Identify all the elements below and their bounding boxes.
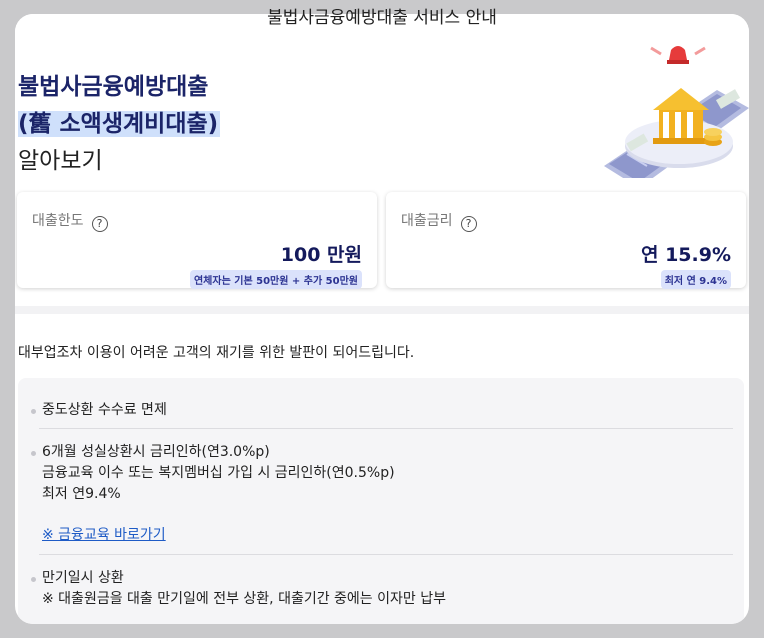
interest-rate-value: 연 15.9% — [640, 244, 731, 266]
bullet-dot — [31, 451, 36, 456]
loan-limit-badge: 연체자는 기본 50만원 + 추가 50만원 — [189, 270, 362, 289]
interest-rate-label-row: 대출금리? — [401, 210, 477, 232]
divider — [39, 554, 733, 555]
hero-section: 불법사금융예방대출 (舊 소액생계비대출) 알아보기 대출한도 ? 100 만원… — [15, 14, 749, 314]
hero-title-line2: (舊 소액생계비대출) — [18, 111, 221, 137]
hero-title-line3: 알아보기 — [18, 148, 103, 174]
hero-title: 불법사금융예방대출 (舊 소액생계비대출) 알아보기 — [18, 69, 221, 180]
hero-title-line1: 불법사금융예방대출 — [18, 74, 209, 100]
financial-education-link[interactable]: ※ 금융교육 바로가기 — [42, 527, 166, 543]
benefit-item-text: 6개월 성실상환시 금리인하(연3.0%p) — [42, 444, 270, 460]
loan-limit-label-row: 대출한도? — [32, 210, 108, 232]
bullet-dot — [31, 577, 36, 582]
benefit-item-note: ※ 대출원금을 대출 만기일에 전부 상환, 대출기간 중에는 이자만 납부 — [42, 591, 446, 607]
modal-title: 불법사금융예방대출 서비스 안내 — [267, 8, 497, 28]
benefit-item-text: 금융교육 이수 또는 복지멤버십 가입 시 금리인하(연0.5%p) — [42, 465, 395, 481]
question-circle-icon[interactable]: ? — [460, 216, 477, 232]
loan-limit-value: 100 만원 — [280, 244, 362, 266]
benefit-item-text: 중도상환 수수료 면제 — [42, 402, 167, 418]
interest-rate-label: 대출금리 — [401, 213, 453, 229]
interest-rate-badge: 최저 연 9.4% — [660, 270, 731, 289]
divider — [39, 428, 733, 429]
section-separator — [15, 306, 749, 314]
benefit-item-text: 최저 연9.4% — [42, 486, 121, 502]
loan-limit-card: 대출한도? 100 만원 연체자는 기본 50만원 + 추가 50만원 — [17, 192, 377, 289]
bullet-dot — [31, 409, 36, 414]
service-info-modal: 불법사금융예방대출 (舊 소액생계비대출) 알아보기 대출한도 ? 100 만원… — [15, 14, 749, 624]
benefit-item-text: 만기일시 상환 — [42, 570, 124, 586]
benefit-item: 만기일시 상환 ※ 대출원금을 대출 만기일에 전부 상환, 대출기간 중에는 … — [31, 568, 736, 610]
benefit-item: 6개월 성실상환시 금리인하(연3.0%p) 금융교육 이수 또는 복지멤버십 … — [31, 442, 736, 546]
bank-building-illustration — [604, 46, 749, 178]
benefits-box: 중도상환 수수료 면제 6개월 성실상환시 금리인하(연3.0%p) 금융교육 … — [18, 378, 744, 624]
loan-limit-label: 대출한도 — [32, 213, 84, 229]
benefit-item: 중도상환 수수료 면제 — [31, 400, 736, 421]
question-circle-icon[interactable]: ? — [91, 216, 108, 232]
interest-rate-card: 대출금리? 연 15.9% 최저 연 9.4% — [386, 192, 746, 289]
service-description: 대부업조차 이용이 어려운 고객의 재기를 위한 발판이 되어드립니다. — [18, 345, 415, 361]
